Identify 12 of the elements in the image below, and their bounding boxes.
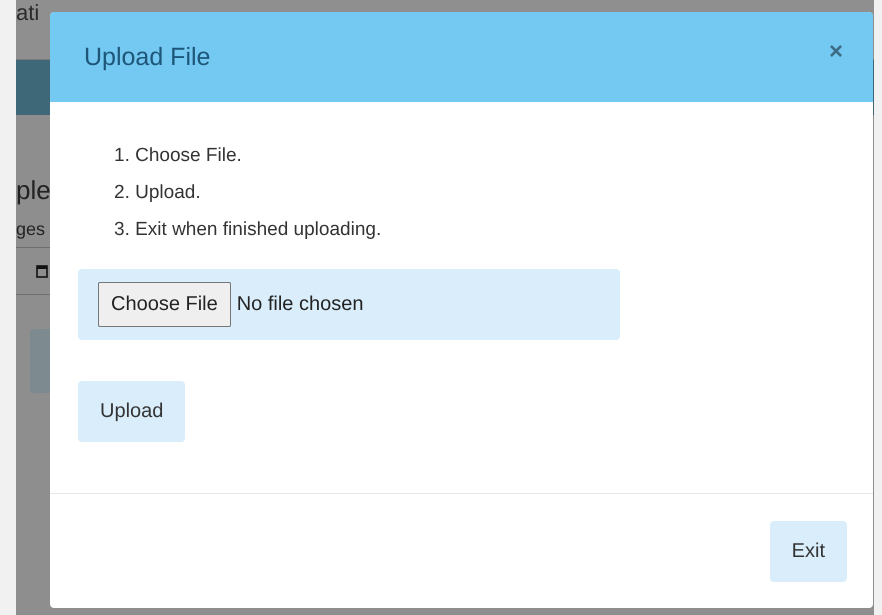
- page-title: ple: [16, 175, 51, 205]
- step-text: 2. Upload.: [114, 181, 202, 205]
- choose-file-button[interactable]: Choose File: [98, 282, 231, 327]
- upload-button[interactable]: Upload: [78, 381, 186, 442]
- step-text: 1. Choose File.: [114, 144, 243, 168]
- file-status: No file chosen: [236, 293, 364, 316]
- file-input[interactable]: Choose File No file chosen: [78, 269, 620, 340]
- step-text: 3. Exit when finished uploading.: [114, 218, 382, 242]
- dialog-title: Upload File: [84, 42, 210, 72]
- calendar-icon: [36, 264, 48, 278]
- exit-button[interactable]: Exit: [770, 520, 847, 582]
- page-heading: ati: [16, 1, 40, 25]
